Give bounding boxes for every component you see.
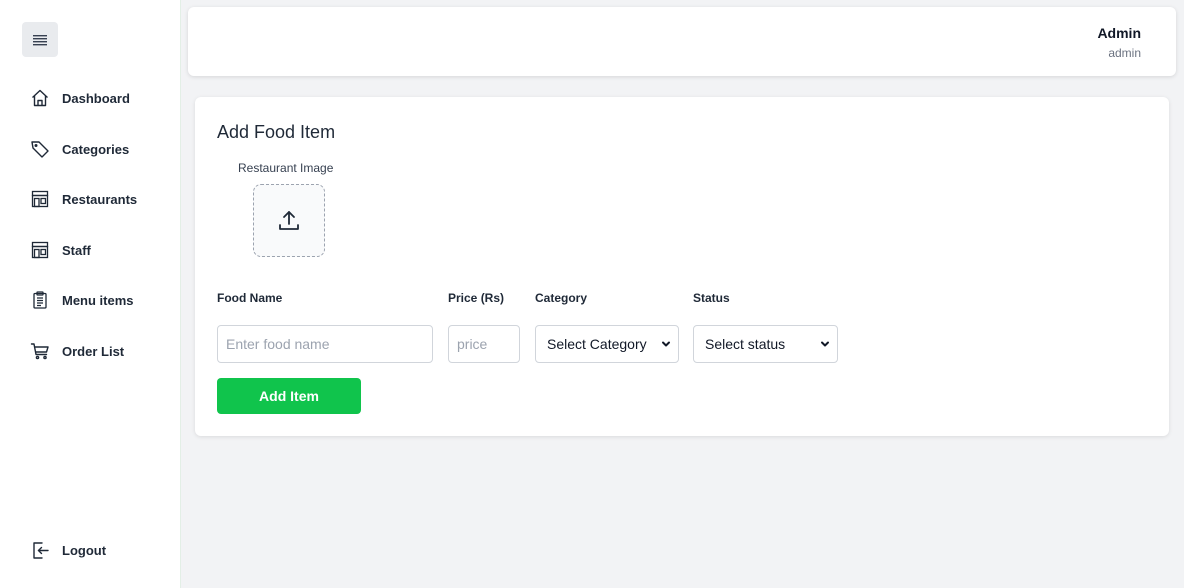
category-selected-value: Select Category	[547, 336, 647, 352]
sidebar-item-label: Dashboard	[62, 90, 130, 106]
home-icon	[29, 87, 51, 109]
image-upload-dropzone[interactable]	[253, 184, 325, 257]
sidebar: Dashboard Categories Restaurants Staff M…	[0, 0, 181, 588]
chevron-down-icon	[821, 341, 829, 347]
add-item-button[interactable]: Add Item	[217, 378, 361, 414]
sidebar-item-label: Staff	[62, 242, 91, 258]
food-name-input[interactable]	[217, 325, 433, 363]
status-select[interactable]: Select status	[693, 325, 838, 363]
store-icon	[29, 239, 51, 261]
sidebar-item-menu-items[interactable]: Menu items	[29, 287, 169, 313]
price-input[interactable]	[448, 325, 520, 363]
sidebar-item-dashboard[interactable]: Dashboard	[29, 85, 169, 111]
top-header: Admin admin	[188, 7, 1176, 76]
tag-icon	[29, 138, 51, 160]
food-name-label: Food Name	[217, 291, 283, 305]
sidebar-item-label: Order List	[62, 343, 125, 359]
price-label: Price (Rs)	[448, 291, 505, 305]
user-name: Admin	[1097, 25, 1141, 41]
status-selected-value: Select status	[705, 336, 786, 352]
logout-label: Logout	[62, 542, 107, 558]
cart-icon	[29, 340, 51, 362]
sidebar-item-label: Categories	[62, 141, 130, 157]
image-upload-label: Restaurant Image	[238, 161, 334, 175]
page-title: Add Food Item	[217, 122, 336, 142]
clipboard-icon	[29, 289, 51, 311]
sidebar-item-categories[interactable]: Categories	[29, 136, 169, 162]
category-label: Category	[535, 291, 588, 305]
sidebar-item-order-list[interactable]: Order List	[29, 338, 169, 364]
status-label: Status	[693, 291, 730, 305]
sidebar-item-label: Restaurants	[62, 191, 138, 207]
logout-button[interactable]: Logout	[29, 537, 169, 563]
menu-toggle-button[interactable]	[22, 22, 58, 57]
store-icon	[29, 188, 51, 210]
sidebar-item-label: Menu items	[62, 292, 134, 308]
upload-icon	[279, 210, 299, 230]
add-food-form-card: Add Food Item Restaurant Image Food Name…	[195, 97, 1169, 436]
user-role: admin	[1108, 46, 1141, 60]
logout-icon	[29, 539, 51, 561]
chevron-down-icon	[662, 341, 670, 347]
sidebar-item-restaurants[interactable]: Restaurants	[29, 186, 169, 212]
sidebar-item-staff[interactable]: Staff	[29, 237, 169, 263]
category-select[interactable]: Select Category	[535, 325, 679, 363]
hamburger-icon	[33, 34, 47, 45]
